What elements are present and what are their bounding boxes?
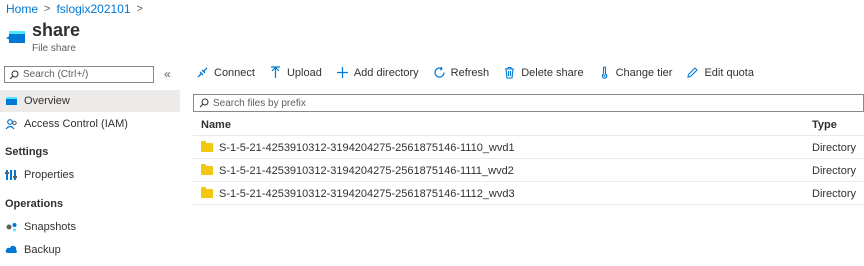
add-directory-label: Add directory bbox=[353, 66, 419, 79]
sidebar-section-operations: Operations bbox=[5, 198, 64, 210]
add-directory-button[interactable]: Add directory bbox=[336, 66, 419, 79]
connect-icon bbox=[197, 67, 208, 78]
row-name-cell: S-1-5-21-4253910312-3194204275-256187514… bbox=[201, 164, 514, 177]
sidebar-item-backup[interactable]: Backup bbox=[0, 239, 180, 261]
breadcrumb: Home > fslogix202101 > bbox=[6, 2, 143, 16]
breadcrumb-separator: > bbox=[136, 3, 143, 15]
trash-icon bbox=[505, 66, 515, 79]
connect-button[interactable]: Connect bbox=[196, 66, 255, 79]
table-header: Name Type bbox=[193, 114, 864, 136]
search-icon bbox=[9, 70, 19, 79]
overview-icon bbox=[6, 97, 17, 105]
table-row[interactable]: S-1-5-21-4253910312-3194204275-256187514… bbox=[193, 137, 864, 159]
row-name[interactable]: S-1-5-21-4253910312-3194204275-256187514… bbox=[219, 188, 515, 200]
collapse-sidebar-button[interactable]: « bbox=[164, 67, 171, 81]
breadcrumb-resource[interactable]: fslogix202101 bbox=[56, 2, 130, 16]
breadcrumb-home[interactable]: Home bbox=[6, 2, 38, 16]
sidebar-item-label: Access Control (IAM) bbox=[24, 118, 128, 130]
refresh-button[interactable]: Refresh bbox=[433, 66, 490, 79]
row-type: Directory bbox=[812, 187, 857, 200]
column-header-type[interactable]: Type bbox=[812, 119, 837, 131]
breadcrumb-separator: > bbox=[44, 3, 51, 15]
upload-icon bbox=[270, 66, 280, 78]
sidebar-item-label: Overview bbox=[24, 95, 70, 107]
sidebar-search-input[interactable]: Search (Ctrl+/) bbox=[4, 66, 154, 83]
change-tier-label: Change tier bbox=[615, 66, 673, 79]
row-name-cell: S-1-5-21-4253910312-3194204275-256187514… bbox=[201, 141, 515, 154]
page-title: share bbox=[32, 20, 81, 40]
file-share-icon bbox=[6, 26, 28, 48]
sidebar-item-properties[interactable]: Properties bbox=[0, 164, 180, 186]
file-search-placeholder: Search files by prefix bbox=[213, 97, 306, 109]
pencil-icon bbox=[687, 67, 699, 78]
row-type: Directory bbox=[812, 141, 857, 154]
table-row[interactable]: S-1-5-21-4253910312-3194204275-256187514… bbox=[193, 183, 864, 205]
row-type: Directory bbox=[812, 164, 857, 177]
edit-quota-label: Edit quota bbox=[704, 66, 754, 79]
row-name[interactable]: S-1-5-21-4253910312-3194204275-256187514… bbox=[219, 165, 514, 177]
refresh-label: Refresh bbox=[450, 66, 490, 79]
sidebar-item-iam[interactable]: Access Control (IAM) bbox=[0, 113, 180, 135]
snapshots-icon bbox=[6, 223, 17, 232]
delete-share-label: Delete share bbox=[521, 66, 584, 79]
command-bar: Connect Upload Add directory Refresh Del… bbox=[196, 66, 754, 79]
thermometer-icon bbox=[601, 66, 607, 79]
upload-button[interactable]: Upload bbox=[269, 66, 322, 79]
file-prefix-search-input[interactable]: Search files by prefix bbox=[193, 94, 864, 112]
sidebar-item-label: Backup bbox=[24, 244, 61, 256]
folder-icon bbox=[201, 187, 213, 198]
change-tier-button[interactable]: Change tier bbox=[598, 66, 673, 79]
plus-icon bbox=[336, 67, 348, 78]
folder-icon bbox=[201, 141, 213, 152]
column-header-name[interactable]: Name bbox=[201, 119, 231, 131]
sidebar-item-label: Properties bbox=[24, 169, 75, 181]
backup-cloud-icon bbox=[5, 245, 17, 253]
connect-label: Connect bbox=[214, 66, 255, 79]
table-row[interactable]: S-1-5-21-4253910312-3194204275-256187514… bbox=[193, 160, 864, 182]
folder-icon bbox=[201, 164, 213, 175]
refresh-icon bbox=[434, 66, 445, 78]
properties-icon bbox=[5, 170, 17, 180]
row-name-cell: S-1-5-21-4253910312-3194204275-256187514… bbox=[201, 187, 515, 200]
upload-label: Upload bbox=[286, 66, 322, 79]
search-icon bbox=[199, 98, 209, 108]
sidebar-item-label: Snapshots bbox=[24, 221, 76, 233]
sidebar-section-settings: Settings bbox=[5, 146, 49, 158]
iam-people-icon bbox=[5, 119, 17, 130]
delete-share-button[interactable]: Delete share bbox=[503, 66, 584, 79]
edit-quota-button[interactable]: Edit quota bbox=[686, 66, 754, 79]
page-subtitle: File share bbox=[32, 43, 76, 54]
sidebar-item-snapshots[interactable]: Snapshots bbox=[0, 216, 180, 238]
sidebar-item-overview[interactable]: Overview bbox=[0, 90, 180, 112]
sidebar-search-placeholder: Search (Ctrl+/) bbox=[23, 69, 89, 80]
row-name[interactable]: S-1-5-21-4253910312-3194204275-256187514… bbox=[219, 142, 515, 154]
